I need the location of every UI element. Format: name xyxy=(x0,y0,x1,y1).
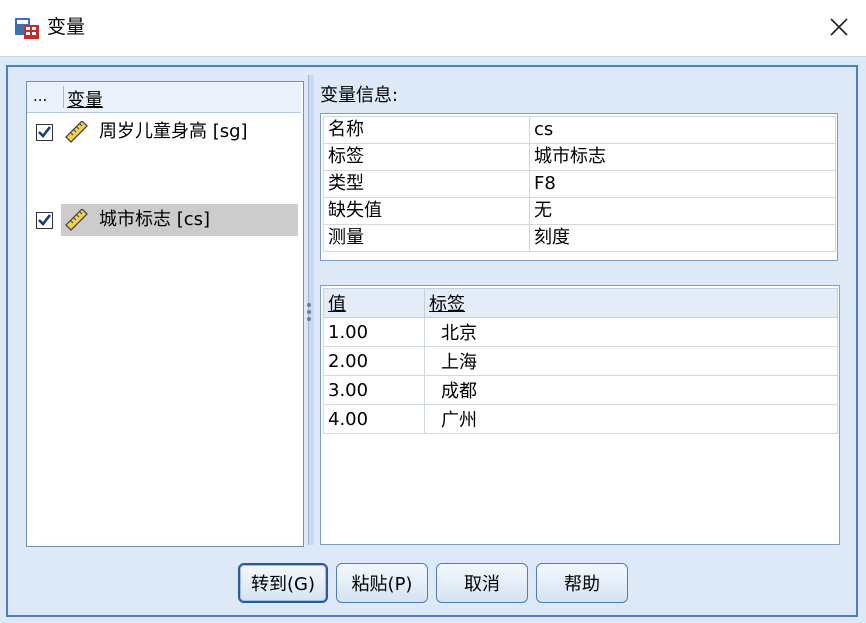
table-row: 1.00 北京 xyxy=(323,317,838,347)
col-header-label[interactable]: 标签 xyxy=(424,288,838,318)
value-labels-grid: 值 标签 1.00 北京 2.00 上海 3.00 成都 4.00 广州 xyxy=(323,288,838,434)
variable-item-cs[interactable]: 城市标志 [cs] xyxy=(27,204,299,236)
help-button[interactable]: 帮助 xyxy=(536,563,628,603)
frame-line-top xyxy=(6,65,858,67)
info-value: 刻度 xyxy=(529,224,836,252)
splitter-grip[interactable] xyxy=(307,303,311,307)
table-row: 2.00 上海 xyxy=(323,346,838,376)
info-key: 类型 xyxy=(323,170,530,198)
value-cell: 2.00 xyxy=(323,346,425,376)
variable-item-sg[interactable]: 周岁儿童身高 [sg] xyxy=(27,116,299,148)
variable-item-label: 城市标志 [cs] xyxy=(99,209,211,230)
table-row: 类型 F8 xyxy=(323,170,836,198)
info-value: F8 xyxy=(529,170,836,198)
cancel-button[interactable]: 取消 xyxy=(436,563,528,603)
info-key: 名称 xyxy=(323,116,530,144)
window-title: 变量 xyxy=(47,16,86,38)
checkbox[interactable] xyxy=(36,124,53,141)
frame-line-bottom xyxy=(6,615,858,617)
checkbox[interactable] xyxy=(36,212,53,229)
spss-variables-icon xyxy=(15,18,39,39)
info-key: 测量 xyxy=(323,224,530,252)
header-label[interactable]: 变量 xyxy=(67,86,103,112)
variable-info-title: 变量信息: xyxy=(320,85,399,106)
checkmark-icon xyxy=(38,214,52,226)
variable-info-grid: 名称 cs 标签 城市标志 类型 F8 缺失值 无 测量 刻度 xyxy=(323,116,836,252)
table-row: 测量 刻度 xyxy=(323,224,836,252)
table-row: 缺失值 无 xyxy=(323,197,836,225)
info-value: 无 xyxy=(529,197,836,225)
goto-button[interactable]: 转到(G) xyxy=(238,563,328,603)
frame-line-right xyxy=(856,65,858,617)
label-cell: 北京 xyxy=(424,317,838,347)
dialog-body: ... 变量 周岁儿童身高 [sg] 城市标志 [cs] 变量信息: 名称 cs… xyxy=(0,56,866,623)
table-row: 名称 cs xyxy=(323,116,836,144)
info-value: cs xyxy=(529,116,836,144)
value-cell: 1.00 xyxy=(323,317,425,347)
scale-ruler-icon xyxy=(65,209,88,231)
col-header-value[interactable]: 值 xyxy=(323,288,425,318)
label-text: 北京 xyxy=(441,323,477,344)
variable-list[interactable]: ... 变量 周岁儿童身高 [sg] 城市标志 [cs] xyxy=(26,81,304,547)
label-text: 广州 xyxy=(441,410,477,431)
value-cell: 4.00 xyxy=(323,404,425,434)
splitter-grip[interactable] xyxy=(307,310,311,314)
label-cell: 广州 xyxy=(424,404,838,434)
info-key: 标签 xyxy=(323,143,530,171)
variable-item-label: 周岁儿童身高 [sg] xyxy=(99,121,248,142)
paste-button[interactable]: 粘贴(P) xyxy=(336,563,428,603)
close-icon xyxy=(830,18,848,36)
table-row: 4.00 广州 xyxy=(323,404,838,434)
variable-info-table: 名称 cs 标签 城市标志 类型 F8 缺失值 无 测量 刻度 xyxy=(320,113,838,261)
frame-line-left xyxy=(6,65,8,617)
splitter-grip[interactable] xyxy=(307,317,311,321)
label-cell: 成都 xyxy=(424,375,838,405)
info-key: 缺失值 xyxy=(323,197,530,225)
info-value: 城市标志 xyxy=(529,143,836,171)
table-header-row: 值 标签 xyxy=(323,288,838,318)
title-bar: 变量 xyxy=(0,0,866,56)
header-separator xyxy=(63,86,64,108)
label-text: 上海 xyxy=(441,352,477,373)
table-row: 3.00 成都 xyxy=(323,375,838,405)
label-text: 成都 xyxy=(441,381,477,402)
close-button[interactable] xyxy=(822,10,856,44)
value-cell: 3.00 xyxy=(323,375,425,405)
scale-ruler-icon xyxy=(65,121,88,143)
value-labels-panel: 值 标签 1.00 北京 2.00 上海 3.00 成都 4.00 广州 xyxy=(320,285,840,545)
label-cell: 上海 xyxy=(424,346,838,376)
header-dots[interactable]: ... xyxy=(33,87,47,105)
table-row: 标签 城市标志 xyxy=(323,143,836,171)
checkmark-icon xyxy=(38,126,52,138)
variable-list-header: ... 变量 xyxy=(27,82,301,113)
